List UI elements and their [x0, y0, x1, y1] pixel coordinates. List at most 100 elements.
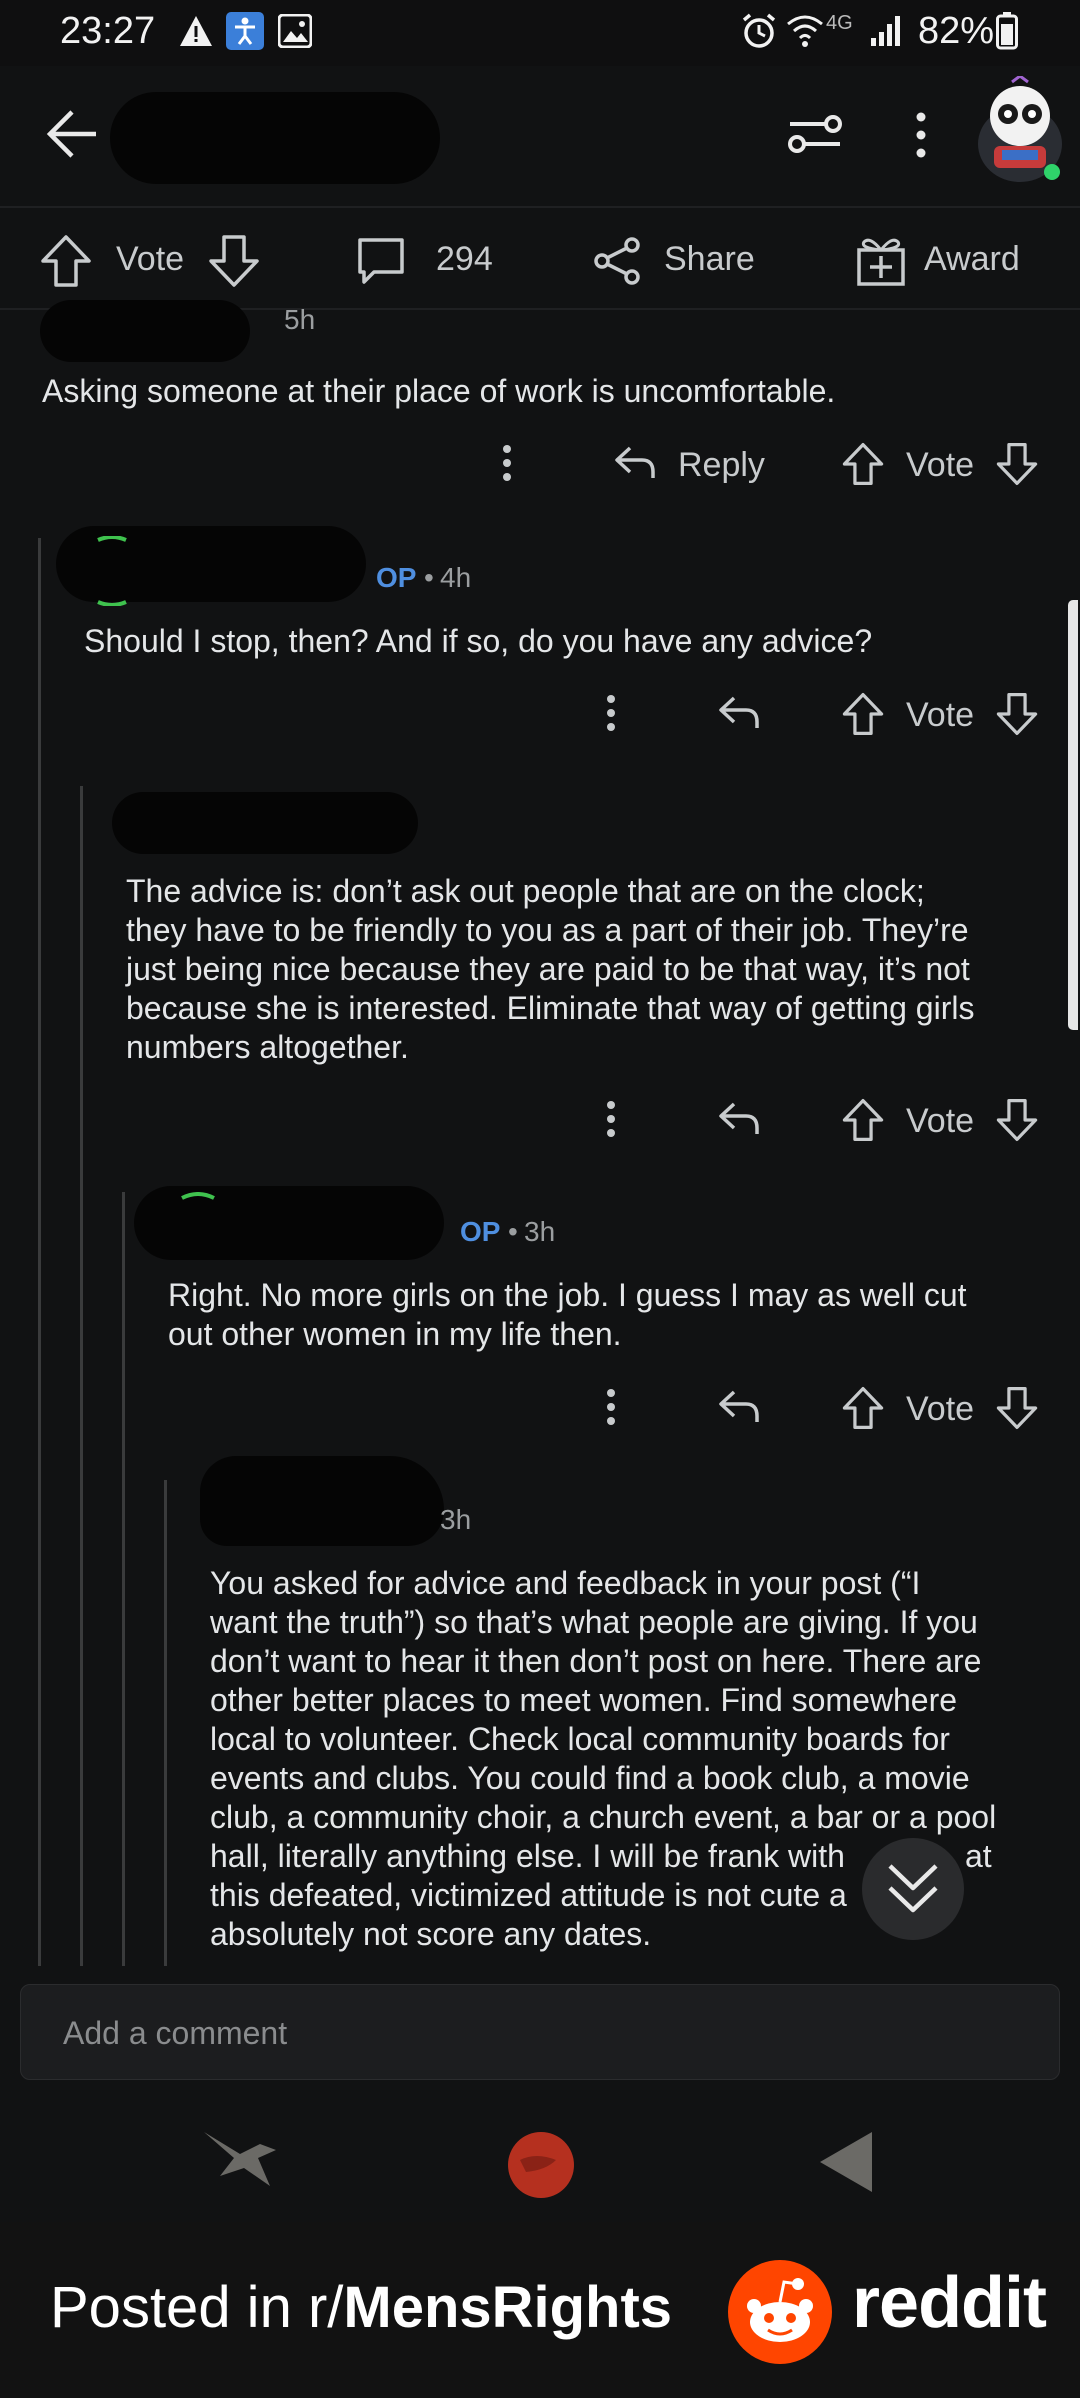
upvote-icon[interactable]	[842, 692, 884, 736]
comment-text: Should I stop, then? And if so, do you h…	[84, 623, 873, 659]
redacted-username	[40, 300, 250, 362]
more-options-icon[interactable]	[606, 1100, 616, 1138]
redacted-title	[110, 92, 440, 184]
more-options-icon[interactable]	[606, 1388, 616, 1426]
reply-icon[interactable]	[718, 1102, 760, 1136]
eagle-icon[interactable]	[200, 2124, 280, 2194]
reply-icon[interactable]	[718, 696, 760, 730]
meta-dot: •	[508, 1216, 518, 1247]
reply-label[interactable]: Reply	[678, 446, 765, 485]
upvote-icon[interactable]	[842, 1098, 884, 1142]
add-comment-input[interactable]: Add a comment	[20, 1984, 1060, 2080]
double-chevron-down-icon	[886, 1860, 940, 1918]
comment-line: numbers altogether.	[126, 1029, 409, 1065]
warning-icon	[178, 14, 214, 48]
comment-line: they have to be friendly to you as a par…	[126, 912, 969, 948]
upvote-icon[interactable]	[842, 442, 884, 486]
vote-label: Vote	[906, 1390, 975, 1428]
comment-time: 3h	[440, 1504, 472, 1535]
downvote-icon[interactable]	[996, 1386, 1038, 1430]
upvote-icon[interactable]	[40, 234, 92, 288]
wifi-icon	[786, 12, 824, 48]
comment-4: OP • 3h Right. No more girls on the job.…	[0, 1180, 1080, 1440]
add-comment-placeholder: Add a comment	[63, 2015, 288, 2051]
comment-line-text: hall, literally anything else. I will be…	[210, 1838, 845, 1874]
reddit-logo-icon	[726, 2258, 834, 2366]
vote-label: Vote	[906, 1102, 975, 1140]
comment-1: 5h Asking someone at their place of work…	[0, 300, 1080, 500]
vote-label: Vote	[116, 240, 185, 278]
more-options-icon[interactable]	[912, 110, 930, 160]
comment-line: other better places to meet women. Find …	[210, 1682, 958, 1718]
comment-line-tail: at	[964, 1838, 992, 1874]
back-arrow-icon[interactable]	[44, 108, 100, 160]
comment-time: 3h	[524, 1216, 556, 1247]
redacted-username	[200, 1456, 444, 1546]
vote-label: Vote	[906, 696, 975, 734]
op-badge: OP	[376, 562, 417, 593]
redacted-username	[112, 792, 418, 854]
accessibility-icon	[226, 12, 264, 50]
downvote-icon[interactable]	[208, 234, 260, 288]
comment-text: Right. No more girls on the job. I guess…	[168, 1276, 967, 1354]
comment-line: local to volunteer. Check local communit…	[210, 1721, 950, 1757]
meta-dot: •	[424, 562, 434, 593]
reply-icon[interactable]	[614, 446, 656, 480]
posted-prefix: Posted in r/	[50, 2275, 344, 2340]
battery-percent: 82%	[918, 10, 995, 52]
downvote-icon[interactable]	[996, 692, 1038, 736]
alarm-icon	[740, 12, 778, 50]
downvote-icon[interactable]	[996, 442, 1038, 486]
post-action-bar: Vote 294 Share Award	[0, 210, 1080, 310]
comment-line: because she is interested. Eliminate tha…	[126, 990, 975, 1026]
vote-label: Vote	[906, 446, 975, 484]
gallery-icon	[278, 14, 312, 48]
comment-text: The advice is: don’t ask out people that…	[126, 872, 974, 1067]
posted-in-text: Posted in r/MensRights	[50, 2274, 672, 2341]
award-label[interactable]: Award	[924, 240, 1020, 279]
downvote-icon[interactable]	[996, 1098, 1038, 1142]
avatar	[178, 1192, 218, 1266]
avatar[interactable]	[972, 76, 1068, 186]
status-bar: 23:27 4G 82%	[0, 0, 1080, 66]
comment-text: Asking someone at their place of work is…	[42, 373, 836, 409]
home-button-icon[interactable]	[506, 2130, 576, 2200]
comment-3: The advice is: don’t ask out people that…	[0, 780, 1080, 1160]
subreddit-name: MensRights	[343, 2275, 673, 2340]
avatar	[92, 536, 132, 606]
comment-line: want the truth”) so that’s what people a…	[210, 1604, 978, 1640]
comment-line: don’t want to hear it then don’t post on…	[210, 1643, 982, 1679]
signal-icon	[870, 14, 904, 46]
status-time: 23:27	[60, 10, 156, 52]
more-options-icon[interactable]	[606, 694, 616, 732]
comment-2: OP • 4h Should I stop, then? And if so, …	[0, 520, 1080, 760]
comment-line: out other women in my life then.	[168, 1316, 622, 1352]
comment-time: 4h	[440, 562, 472, 593]
comment-line: club, a community choir, a church event,…	[210, 1799, 997, 1835]
share-label[interactable]: Share	[664, 240, 755, 279]
reddit-wordmark: reddit	[852, 2263, 1047, 2343]
upvote-icon[interactable]	[842, 1386, 884, 1430]
scroll-down-button[interactable]	[862, 1838, 964, 1940]
comment-line: just being nice because they are paid to…	[126, 951, 970, 987]
post-header	[0, 66, 1080, 208]
reply-icon[interactable]	[718, 1390, 760, 1424]
more-options-icon[interactable]	[502, 444, 512, 482]
comment-icon[interactable]	[356, 236, 406, 286]
nav-bar	[0, 2098, 1080, 2220]
comment-line: events and clubs. You could find a book …	[210, 1760, 970, 1796]
comment-count[interactable]: 294	[436, 240, 493, 279]
comment-time: 5h	[284, 304, 316, 335]
footer-banner: Posted in r/MensRights reddit	[0, 2222, 1080, 2398]
comment-line: Right. No more girls on the job. I guess…	[168, 1277, 967, 1313]
share-icon[interactable]	[592, 236, 642, 286]
op-badge: OP	[460, 1216, 501, 1247]
scrollbar[interactable]	[1068, 600, 1078, 1030]
award-icon[interactable]	[856, 234, 906, 286]
network-type-label: 4G	[826, 12, 853, 34]
back-triangle-icon[interactable]	[816, 2128, 876, 2196]
sort-filter-icon[interactable]	[788, 110, 842, 158]
comment-line: The advice is: don’t ask out people that…	[126, 873, 925, 909]
comment-line: You asked for advice and feedback in you…	[210, 1565, 921, 1601]
battery-icon	[996, 12, 1018, 50]
